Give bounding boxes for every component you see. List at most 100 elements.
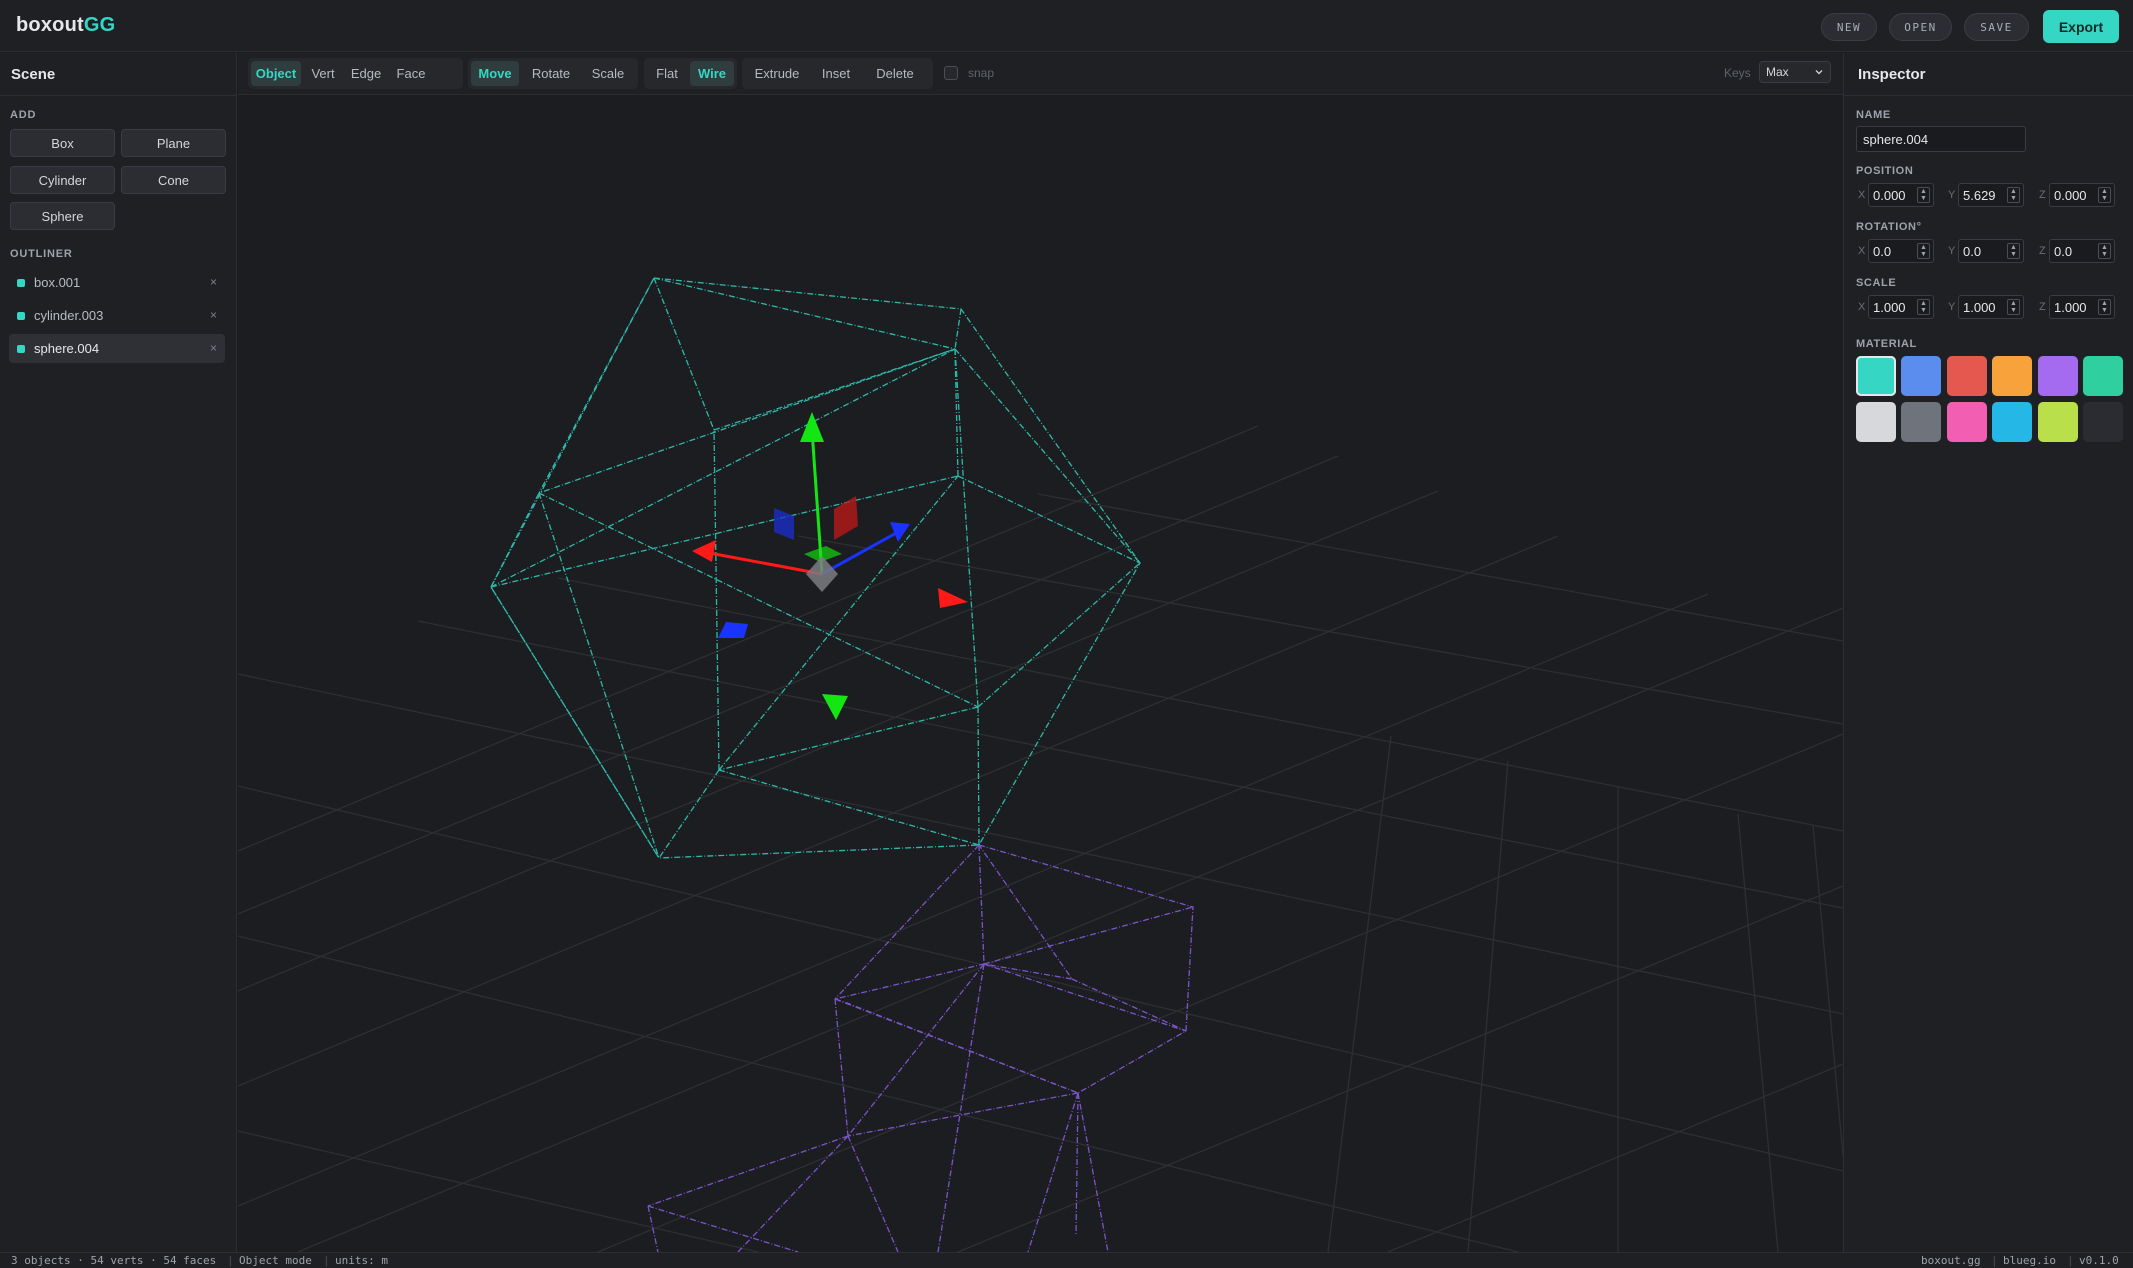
material-swatch[interactable] bbox=[1946, 356, 1987, 396]
grid-line bbox=[238, 425, 1259, 852]
scale-x-field[interactable]: 1.000 ▲ ▼ bbox=[1868, 295, 1934, 319]
position-y-field[interactable]: 5.629 ▲ ▼ bbox=[1958, 183, 2024, 207]
gizmo-yz-plane-handle[interactable] bbox=[834, 496, 858, 540]
export-button[interactable]: Export bbox=[2043, 10, 2119, 43]
material-swatch[interactable] bbox=[1992, 356, 2033, 396]
status-counts: 3 objects · 54 verts · 54 faces bbox=[11, 1254, 217, 1267]
rotation-z-field[interactable]: 0.0 ▲ ▼ bbox=[2049, 239, 2115, 263]
outliner-item-selected[interactable]: sphere.004 × bbox=[9, 334, 225, 363]
axis-z-label: Z bbox=[2039, 189, 2046, 201]
material-swatch[interactable] bbox=[2083, 356, 2123, 396]
stepper-icon[interactable]: ▲ ▼ bbox=[2007, 243, 2020, 259]
position-z-value: 0.000 bbox=[2054, 187, 2087, 203]
wire-edge bbox=[834, 998, 849, 1137]
move-gizmo[interactable] bbox=[692, 412, 968, 720]
material-swatch[interactable] bbox=[1856, 356, 1896, 396]
stepper-icon[interactable]: ▲ ▼ bbox=[1917, 243, 1930, 259]
app-window: boxoutGG NEW OPEN SAVE Export Scene ADD … bbox=[0, 0, 2133, 1268]
gizmo-neg-x-handle-icon[interactable] bbox=[938, 588, 968, 608]
new-button[interactable]: NEW bbox=[1821, 13, 1877, 41]
gizmo-xy-plane-handle[interactable] bbox=[774, 508, 794, 540]
shading-group: Flat Wire bbox=[644, 58, 737, 89]
remove-icon[interactable]: × bbox=[210, 275, 217, 289]
stepper-icon[interactable]: ▲ ▼ bbox=[2098, 299, 2111, 315]
mode-edge-button[interactable]: Edge bbox=[345, 61, 387, 86]
open-button[interactable]: OPEN bbox=[1889, 13, 1952, 41]
scale-y-field[interactable]: 1.000 ▲ ▼ bbox=[1958, 295, 2024, 319]
status-mode: Object mode bbox=[239, 1254, 312, 1267]
outliner-item[interactable]: cylinder.003 × bbox=[9, 301, 225, 330]
material-swatch[interactable] bbox=[1946, 402, 1987, 442]
chevron-down-icon bbox=[1815, 70, 1823, 75]
keys-select[interactable]: Max bbox=[1759, 61, 1831, 83]
extrude-button[interactable]: Extrude bbox=[745, 61, 809, 86]
wire-edge bbox=[647, 1135, 849, 1207]
grid-line bbox=[238, 593, 1709, 1207]
stepper-icon[interactable]: ▲ ▼ bbox=[2007, 187, 2020, 203]
material-swatch[interactable] bbox=[2037, 356, 2078, 396]
stepper-icon[interactable]: ▲ ▼ bbox=[2007, 299, 2020, 315]
add-cone-button[interactable]: Cone bbox=[121, 166, 226, 194]
scene-panel: Scene ADD Box Plane Cylinder Cone Sphere… bbox=[0, 53, 237, 1252]
scale-y-value: 1.000 bbox=[1963, 299, 1996, 315]
material-swatch[interactable] bbox=[1856, 402, 1896, 442]
gizmo-x-arrow-icon[interactable] bbox=[692, 540, 716, 562]
material-swatch[interactable] bbox=[1901, 402, 1942, 442]
position-z-field[interactable]: 0.000 ▲ ▼ bbox=[2049, 183, 2115, 207]
transform-rotate-button[interactable]: Rotate bbox=[523, 61, 579, 86]
material-swatch[interactable] bbox=[1992, 402, 2033, 442]
name-label: NAME bbox=[1856, 109, 1891, 121]
rotation-y-field[interactable]: 0.0 ▲ ▼ bbox=[1958, 239, 2024, 263]
name-input[interactable]: sphere.004 bbox=[1856, 126, 2026, 152]
add-plane-button[interactable]: Plane bbox=[121, 129, 226, 157]
gizmo-y-arrow-icon[interactable] bbox=[800, 412, 824, 442]
rotation-x-field[interactable]: 0.0 ▲ ▼ bbox=[1868, 239, 1934, 263]
grid-line bbox=[1037, 493, 1843, 642]
status-divider: | bbox=[323, 1254, 330, 1267]
gizmo-x-axis[interactable] bbox=[703, 550, 823, 576]
remove-icon[interactable]: × bbox=[210, 308, 217, 322]
inset-button[interactable]: Inset bbox=[813, 61, 859, 86]
transform-move-button[interactable]: Move bbox=[471, 61, 519, 86]
material-swatch[interactable] bbox=[1901, 356, 1942, 396]
mode-object-button[interactable]: Object bbox=[251, 61, 301, 86]
gizmo-center-handle[interactable] bbox=[806, 556, 838, 592]
inspector-title: Inspector bbox=[1858, 66, 1926, 83]
add-box-button[interactable]: Box bbox=[10, 129, 115, 157]
material-swatch[interactable] bbox=[2037, 402, 2078, 442]
stepper-icon[interactable]: ▲ ▼ bbox=[1917, 187, 1930, 203]
save-button[interactable]: SAVE bbox=[1964, 13, 2029, 41]
status-link-blueg[interactable]: blueg.io bbox=[2003, 1254, 2056, 1267]
shading-flat-button[interactable]: Flat bbox=[647, 61, 687, 86]
3d-viewport[interactable] bbox=[238, 96, 1843, 1252]
position-y-value: 5.629 bbox=[1963, 187, 1996, 203]
snap-checkbox[interactable] bbox=[944, 66, 958, 80]
delete-button[interactable]: Delete bbox=[863, 61, 927, 86]
stepper-icon[interactable]: ▲ ▼ bbox=[2098, 187, 2111, 203]
transform-scale-button[interactable]: Scale bbox=[583, 61, 633, 86]
material-label: MATERIAL bbox=[1856, 338, 1917, 350]
wire-edge bbox=[538, 492, 979, 708]
outliner-item[interactable]: box.001 × bbox=[9, 268, 225, 297]
scale-z-value: 1.000 bbox=[2054, 299, 2087, 315]
shading-wire-button[interactable]: Wire bbox=[690, 61, 734, 86]
position-x-field[interactable]: 0.000 ▲ ▼ bbox=[1868, 183, 1934, 207]
scale-z-field[interactable]: 1.000 ▲ ▼ bbox=[2049, 295, 2115, 319]
add-sphere-button[interactable]: Sphere bbox=[10, 202, 115, 230]
material-swatch[interactable] bbox=[2083, 402, 2123, 442]
stepper-icon[interactable]: ▲ ▼ bbox=[1917, 299, 1930, 315]
mode-vert-button[interactable]: Vert bbox=[305, 61, 341, 86]
scene-title: Scene bbox=[11, 66, 56, 83]
wire-edge bbox=[490, 475, 959, 588]
mode-face-button[interactable]: Face bbox=[391, 61, 431, 86]
stepper-icon[interactable]: ▲ ▼ bbox=[2098, 243, 2111, 259]
divider bbox=[0, 95, 237, 96]
wire-edge bbox=[658, 769, 720, 859]
gizmo-neg-z-handle-icon[interactable] bbox=[718, 622, 748, 638]
viewport-canvas[interactable] bbox=[238, 96, 1843, 1252]
remove-icon[interactable]: × bbox=[210, 341, 217, 355]
wire-edge bbox=[954, 348, 1141, 564]
status-link-boxout[interactable]: boxout.gg bbox=[1921, 1254, 1981, 1267]
add-cylinder-button[interactable]: Cylinder bbox=[10, 166, 115, 194]
grid-line bbox=[1327, 735, 1392, 1252]
